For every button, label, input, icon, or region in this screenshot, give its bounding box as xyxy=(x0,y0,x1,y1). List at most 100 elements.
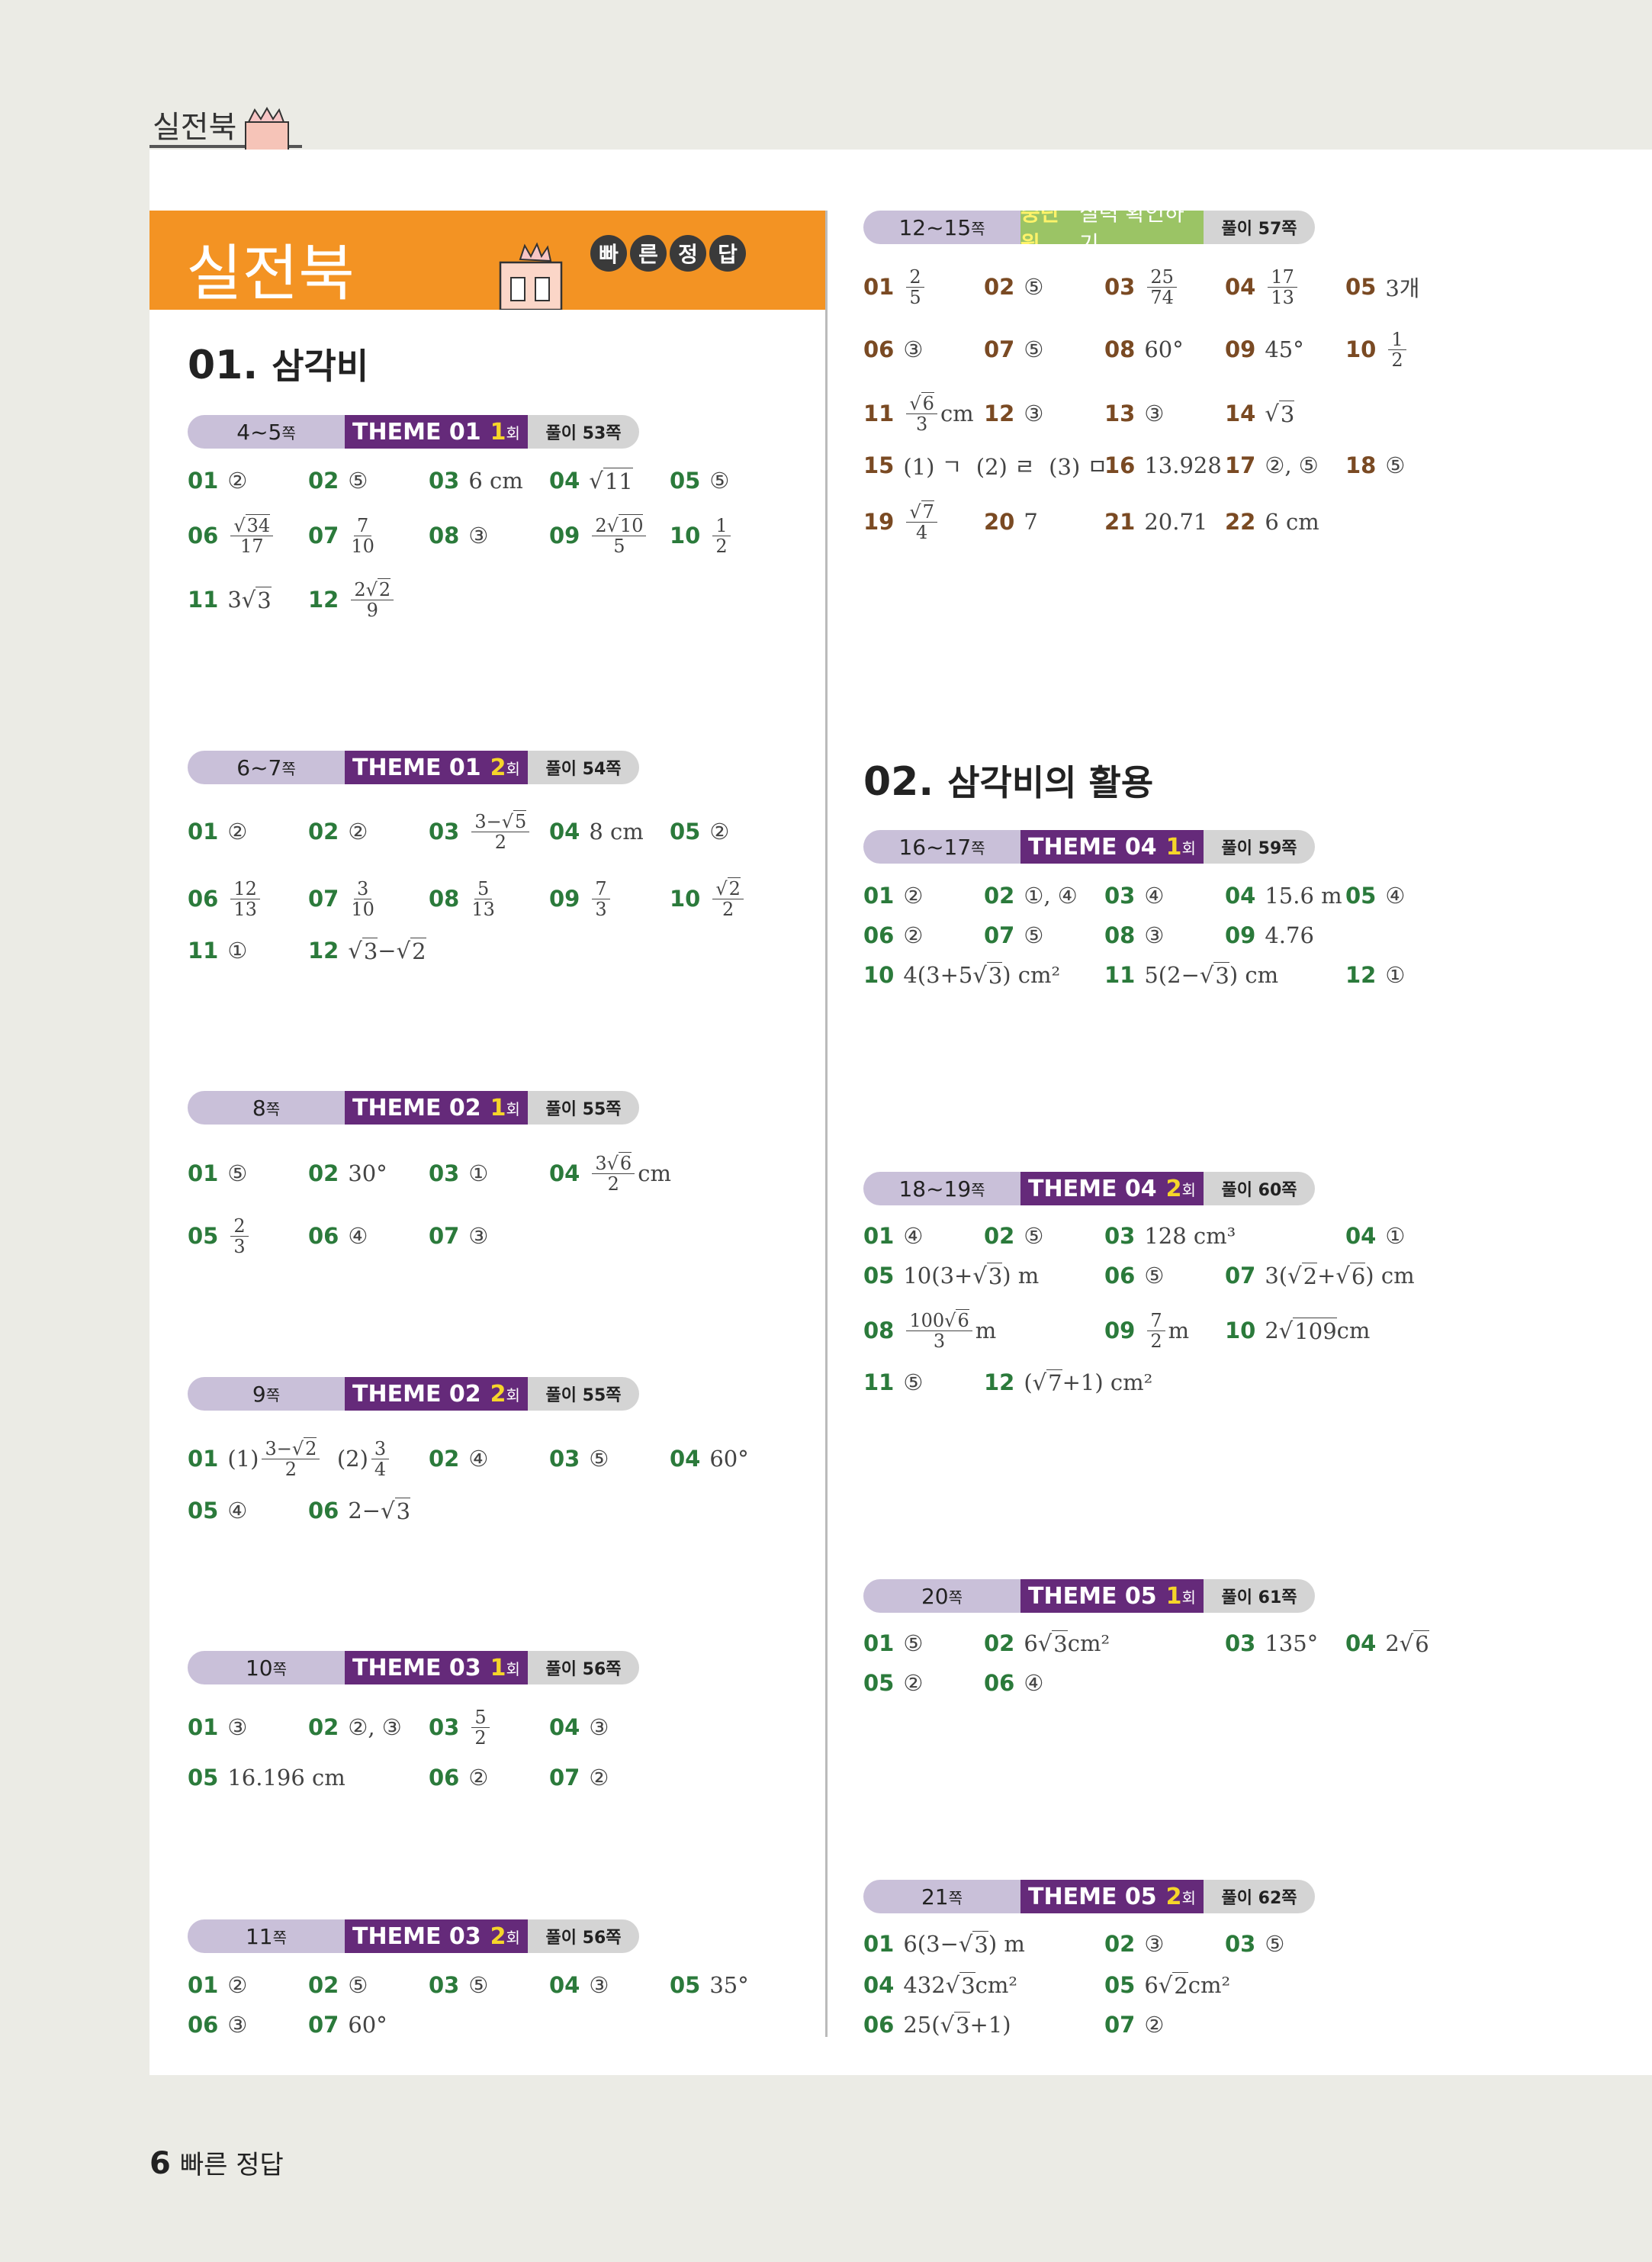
answer: 04 ③ xyxy=(549,1972,609,1998)
answer: 03 ⑤ xyxy=(549,1446,609,1472)
answer: 10 2√ 109 cm xyxy=(1225,1317,1371,1344)
answer: 05 ⑤ xyxy=(670,468,730,494)
answer: 14 √ 3 xyxy=(1225,400,1295,427)
column-divider xyxy=(825,211,828,2037)
theme-label: THEME 02 2 회 xyxy=(345,1377,528,1411)
answer: 01 ② xyxy=(188,468,248,494)
answer: 03 ④ xyxy=(1104,883,1165,909)
answer: 05 35° xyxy=(670,1972,749,1998)
answer: 06 ⑤ xyxy=(1104,1263,1165,1289)
answer: 11 ① xyxy=(188,938,248,964)
theme-bar: 18~19 쪽 THEME 04 2 회 풀이 60쪽 xyxy=(863,1172,1315,1205)
answer: 02 ⑤ xyxy=(984,1223,1044,1249)
theme-label: THEME 04 1 회 xyxy=(1020,830,1204,864)
answer: 03 3−√5 2 xyxy=(429,809,532,852)
answer: 04 17 13 xyxy=(1225,267,1300,307)
answer: 06 12 13 xyxy=(188,879,263,919)
theme-bar: 11 쪽 THEME 03 2 회 풀이 56쪽 xyxy=(188,1919,639,1953)
answer: 04 3√6 2 cm xyxy=(549,1151,671,1195)
theme-label: THEME 05 2 회 xyxy=(1020,1880,1204,1913)
answer: 04 432√ 3 cm² xyxy=(863,1971,1018,1999)
answer: 04 √ 11 xyxy=(549,467,633,494)
answer: 07 ③ xyxy=(429,1223,489,1249)
answer: 12 (√ 7 +1) cm² xyxy=(984,1369,1153,1396)
answer: 04 15.6 m xyxy=(1225,883,1342,909)
unit-title: 삼각비 xyxy=(272,346,369,387)
answer: 01 ③ xyxy=(188,1714,248,1740)
mascot-small-icon xyxy=(245,107,289,151)
page-range: 6~7 쪽 xyxy=(188,751,345,784)
answer: 06 √34 17 xyxy=(188,513,276,556)
answer: 07 ⑤ xyxy=(984,336,1044,362)
solution-page: 풀이 59쪽 xyxy=(1204,830,1315,864)
answer: 20 7 xyxy=(984,509,1038,535)
answer: 06 ③ xyxy=(188,2012,248,2038)
review-label: 중단원 실력 확인하기 xyxy=(1020,211,1204,244)
page-range: 18~19 쪽 xyxy=(863,1172,1020,1205)
answer: 07 ⑤ xyxy=(984,922,1044,948)
theme-bar: 9쪽 THEME 02 2 회 풀이 55쪽 xyxy=(188,1377,639,1411)
answer: 04 2√ 6 xyxy=(1345,1630,1429,1657)
answer: 16 13.928 xyxy=(1104,452,1222,478)
answer: 01 ⑤ xyxy=(188,1160,248,1186)
answer: 09 45° xyxy=(1225,336,1304,362)
answer: 09 7 2 m xyxy=(1104,1309,1190,1352)
page-range: 10 쪽 xyxy=(188,1651,345,1684)
theme-bar: 6~7 쪽 THEME 01 2 회 풀이 54쪽 xyxy=(188,751,639,784)
quick-answer-badge: 빠 른 정 답 xyxy=(590,235,746,272)
answer: 10 1 2 xyxy=(670,516,734,556)
answer: 02 6√ 3 cm² xyxy=(984,1630,1110,1657)
page-range: 8쪽 xyxy=(188,1091,345,1125)
answer: 03 ① xyxy=(429,1160,489,1186)
answer: 06 25(√ 3 +1) xyxy=(863,2011,1011,2038)
theme-bar: 20 쪽 THEME 05 1 회 풀이 61쪽 xyxy=(863,1579,1315,1613)
answer: 02 ③ xyxy=(1104,1931,1165,1957)
answer: 12 ① xyxy=(1345,962,1406,988)
answer: 02 ④ xyxy=(429,1446,489,1472)
solution-page: 풀이 61쪽 xyxy=(1204,1579,1315,1613)
unit-heading-2: 02. 삼각비의 활용 xyxy=(863,755,1153,806)
answer: 11 3√ 3 xyxy=(188,586,272,613)
answer: 06 2−√ 3 xyxy=(308,1497,411,1524)
answer: 05 10(3+√ 3) m xyxy=(863,1262,1040,1289)
theme-label: THEME 01 1 회 xyxy=(345,415,528,449)
answer: 06 ② xyxy=(429,1765,489,1791)
answer: 10 √2 2 xyxy=(670,877,747,919)
answer: 01 ② xyxy=(188,819,248,845)
unit-number: 02. xyxy=(863,759,934,805)
badge-char: 른 xyxy=(630,235,667,272)
theme-bar: 4~5 쪽 THEME 01 1 회 풀이 53쪽 xyxy=(188,415,639,449)
answer: 18 ⑤ xyxy=(1345,452,1406,478)
theme-bar: 8쪽 THEME 02 1 회 풀이 55쪽 xyxy=(188,1091,639,1125)
answer: 22 6 cm xyxy=(1225,509,1319,535)
answer: 06 ④ xyxy=(308,1223,368,1249)
answer: 02 ⑤ xyxy=(308,468,368,494)
answer: 05 ② xyxy=(863,1670,924,1696)
answer: 05 3개 xyxy=(1345,274,1420,301)
answer: 07 60° xyxy=(308,2012,387,2038)
answer: 11 ⑤ xyxy=(863,1369,924,1395)
answer: 05 6√ 2 cm² xyxy=(1104,1971,1231,1999)
answer: 05 ④ xyxy=(1345,883,1406,909)
answer: 07 3 10 xyxy=(308,877,374,920)
answer: 03 ⑤ xyxy=(429,1972,489,1998)
page-number: 6 xyxy=(149,2146,171,2181)
header-label: 실전북 xyxy=(153,110,237,145)
page-range: 12~15 쪽 xyxy=(863,211,1020,244)
answer: 03 128 cm³ xyxy=(1104,1223,1236,1249)
answer: 08 100√6 3 m xyxy=(863,1308,997,1352)
badge-char: 답 xyxy=(709,235,746,272)
answer: 07 ② xyxy=(549,1765,609,1791)
answer: 06 ④ xyxy=(984,1670,1044,1696)
answer: 02 ⑤ xyxy=(984,274,1044,300)
answer: 12 √ 3 −√ 2 xyxy=(308,937,426,964)
answer: 06 ② xyxy=(863,922,924,948)
badge-char: 빠 xyxy=(590,235,627,272)
badge-char: 정 xyxy=(670,235,706,272)
answer: 10 4(3+5√ 3) cm² xyxy=(863,961,1061,989)
answer: 02 ② xyxy=(308,819,368,845)
solution-page: 풀이 56쪽 xyxy=(528,1919,639,1953)
answer: 09 4.76 xyxy=(1225,922,1314,948)
solution-page: 풀이 55쪽 xyxy=(528,1091,639,1125)
theme-label: THEME 03 2 회 xyxy=(345,1919,528,1953)
